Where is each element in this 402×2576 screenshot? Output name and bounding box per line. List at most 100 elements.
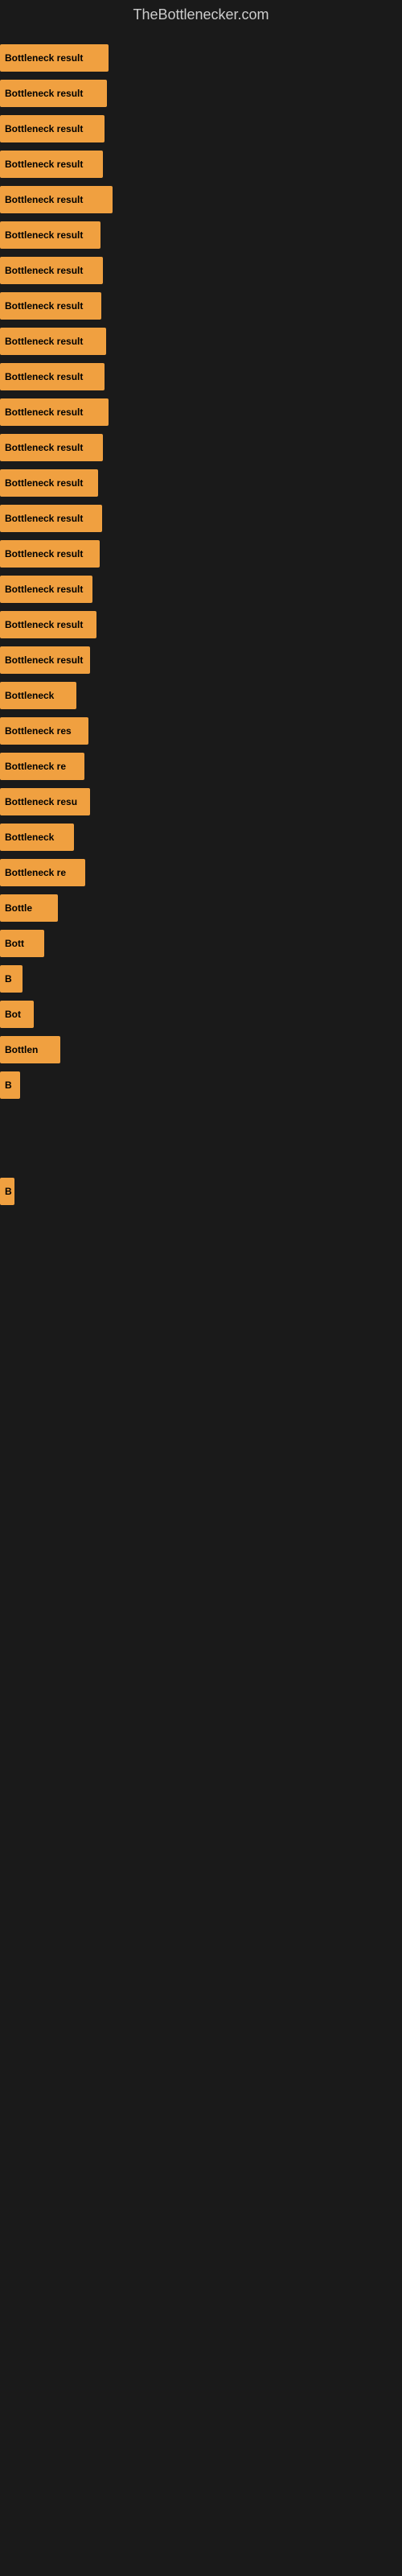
bar-row: Bottleneck	[0, 822, 402, 852]
bar-row: Bottleneck result	[0, 114, 402, 144]
bottleneck-bar: Bottleneck result	[0, 328, 106, 355]
bar-row: Bottleneck	[0, 680, 402, 711]
bar-row	[0, 1247, 402, 1278]
bottleneck-bar: Bottleneck	[0, 824, 74, 851]
bottleneck-label: Bottleneck res	[5, 725, 72, 737]
bar-row: Bottleneck result	[0, 397, 402, 427]
bar-row	[0, 1318, 402, 1348]
bottleneck-bar: Bottleneck re	[0, 859, 85, 886]
site-title: TheBottlenecker.com	[0, 0, 402, 30]
bar-row: Bottleneck result	[0, 432, 402, 463]
bar-row: Bottleneck result	[0, 149, 402, 180]
bottleneck-label: Bottlen	[5, 1044, 38, 1055]
bottleneck-label: Bottleneck result	[5, 654, 83, 666]
bottleneck-label: Bottleneck result	[5, 336, 83, 347]
bar-row	[0, 1282, 402, 1313]
bottleneck-label: Bottleneck result	[5, 407, 83, 418]
bottleneck-label: Bott	[5, 938, 24, 949]
bar-row: Bottleneck result	[0, 326, 402, 357]
bottleneck-label: Bottleneck result	[5, 300, 83, 312]
bottleneck-label: Bottleneck result	[5, 229, 83, 241]
bar-row: Bottleneck resu	[0, 786, 402, 817]
bottleneck-bar: Bottleneck result	[0, 363, 105, 390]
bottleneck-bar: Bottleneck result	[0, 115, 105, 142]
bar-row: Bottleneck result	[0, 503, 402, 534]
bottleneck-label: Bottleneck re	[5, 867, 66, 878]
bar-row: B	[0, 964, 402, 994]
bottleneck-label: Bottleneck result	[5, 159, 83, 170]
bar-row: Bott	[0, 928, 402, 959]
bottleneck-label: Bottleneck result	[5, 477, 83, 489]
bottleneck-label: B	[5, 1186, 12, 1197]
bottleneck-label: Bottleneck	[5, 690, 54, 701]
bar-row: Bottleneck result	[0, 645, 402, 675]
bar-row: Bottleneck result	[0, 78, 402, 109]
bottleneck-bar: Bottleneck result	[0, 398, 109, 426]
bottleneck-bar: Bottlen	[0, 1036, 60, 1063]
bar-row: Bottleneck result	[0, 609, 402, 640]
bottleneck-bar: Bottle	[0, 894, 58, 922]
bar-row: Bottleneck result	[0, 361, 402, 392]
bottleneck-label: Bottleneck result	[5, 548, 83, 559]
bar-row: Bottleneck result	[0, 291, 402, 321]
bar-row: B	[0, 1070, 402, 1100]
bottleneck-label: Bottleneck result	[5, 619, 83, 630]
bottleneck-label: Bottleneck	[5, 832, 54, 843]
bottleneck-bar: B	[0, 1071, 20, 1099]
bottleneck-bar: Bottleneck result	[0, 292, 101, 320]
bottleneck-bar: B	[0, 965, 23, 993]
bottleneck-label: Bottleneck result	[5, 88, 83, 99]
bar-row: Bot	[0, 999, 402, 1030]
bars-container: Bottleneck result Bottleneck result Bottle…	[0, 30, 402, 1361]
bottleneck-label: Bottleneck result	[5, 371, 83, 382]
bottleneck-label: Bot	[5, 1009, 21, 1020]
bottleneck-label: B	[5, 973, 12, 985]
bottleneck-bar: Bottleneck result	[0, 257, 103, 284]
bottleneck-bar: Bottleneck result	[0, 151, 103, 178]
bottleneck-bar: Bottleneck result	[0, 44, 109, 72]
bottleneck-bar: Bottleneck result	[0, 221, 100, 249]
bar-row: Bottle	[0, 893, 402, 923]
bottleneck-label: Bottleneck result	[5, 123, 83, 134]
bottleneck-bar: Bottleneck result	[0, 186, 113, 213]
bottleneck-label: Bottleneck resu	[5, 796, 77, 807]
bottleneck-label: Bottleneck result	[5, 513, 83, 524]
bottleneck-label: Bottleneck re	[5, 761, 66, 772]
bar-row: Bottleneck result	[0, 43, 402, 73]
bottleneck-bar: Bottleneck result	[0, 434, 103, 461]
bottleneck-bar: Bott	[0, 930, 44, 957]
bar-row: Bottleneck result	[0, 574, 402, 605]
bar-row: Bottleneck result	[0, 468, 402, 498]
bar-row	[0, 1141, 402, 1171]
bottleneck-bar: Bottleneck	[0, 682, 76, 709]
bar-row	[0, 1212, 402, 1242]
bar-row: Bottleneck result	[0, 539, 402, 569]
bottleneck-label: Bottle	[5, 902, 32, 914]
bottleneck-bar: Bottleneck result	[0, 611, 96, 638]
bottleneck-bar: B	[0, 1178, 14, 1205]
bottleneck-bar: Bottleneck result	[0, 540, 100, 568]
bottleneck-bar: Bottleneck result	[0, 646, 90, 674]
bottleneck-label: Bottleneck result	[5, 442, 83, 453]
bottleneck-bar: Bottleneck result	[0, 80, 107, 107]
bar-row: B	[0, 1176, 402, 1207]
bottleneck-label: Bottleneck result	[5, 584, 83, 595]
bottleneck-bar: Bot	[0, 1001, 34, 1028]
bottleneck-bar: Bottleneck resu	[0, 788, 90, 815]
bar-row: Bottleneck res	[0, 716, 402, 746]
bar-row: Bottleneck result	[0, 255, 402, 286]
bar-row: Bottleneck result	[0, 220, 402, 250]
bottleneck-label: Bottleneck result	[5, 265, 83, 276]
bar-row: Bottlen	[0, 1034, 402, 1065]
bottleneck-label: Bottleneck result	[5, 52, 83, 64]
bottleneck-bar: Bottleneck result	[0, 505, 102, 532]
bottleneck-label: B	[5, 1080, 12, 1091]
bar-row: Bottleneck re	[0, 751, 402, 782]
bar-row: Bottleneck result	[0, 184, 402, 215]
bottleneck-bar: Bottleneck result	[0, 469, 98, 497]
bottleneck-bar: Bottleneck result	[0, 576, 92, 603]
bottleneck-bar: Bottleneck re	[0, 753, 84, 780]
bottleneck-label: Bottleneck result	[5, 194, 83, 205]
bar-row	[0, 1105, 402, 1136]
bottleneck-bar: Bottleneck res	[0, 717, 88, 745]
